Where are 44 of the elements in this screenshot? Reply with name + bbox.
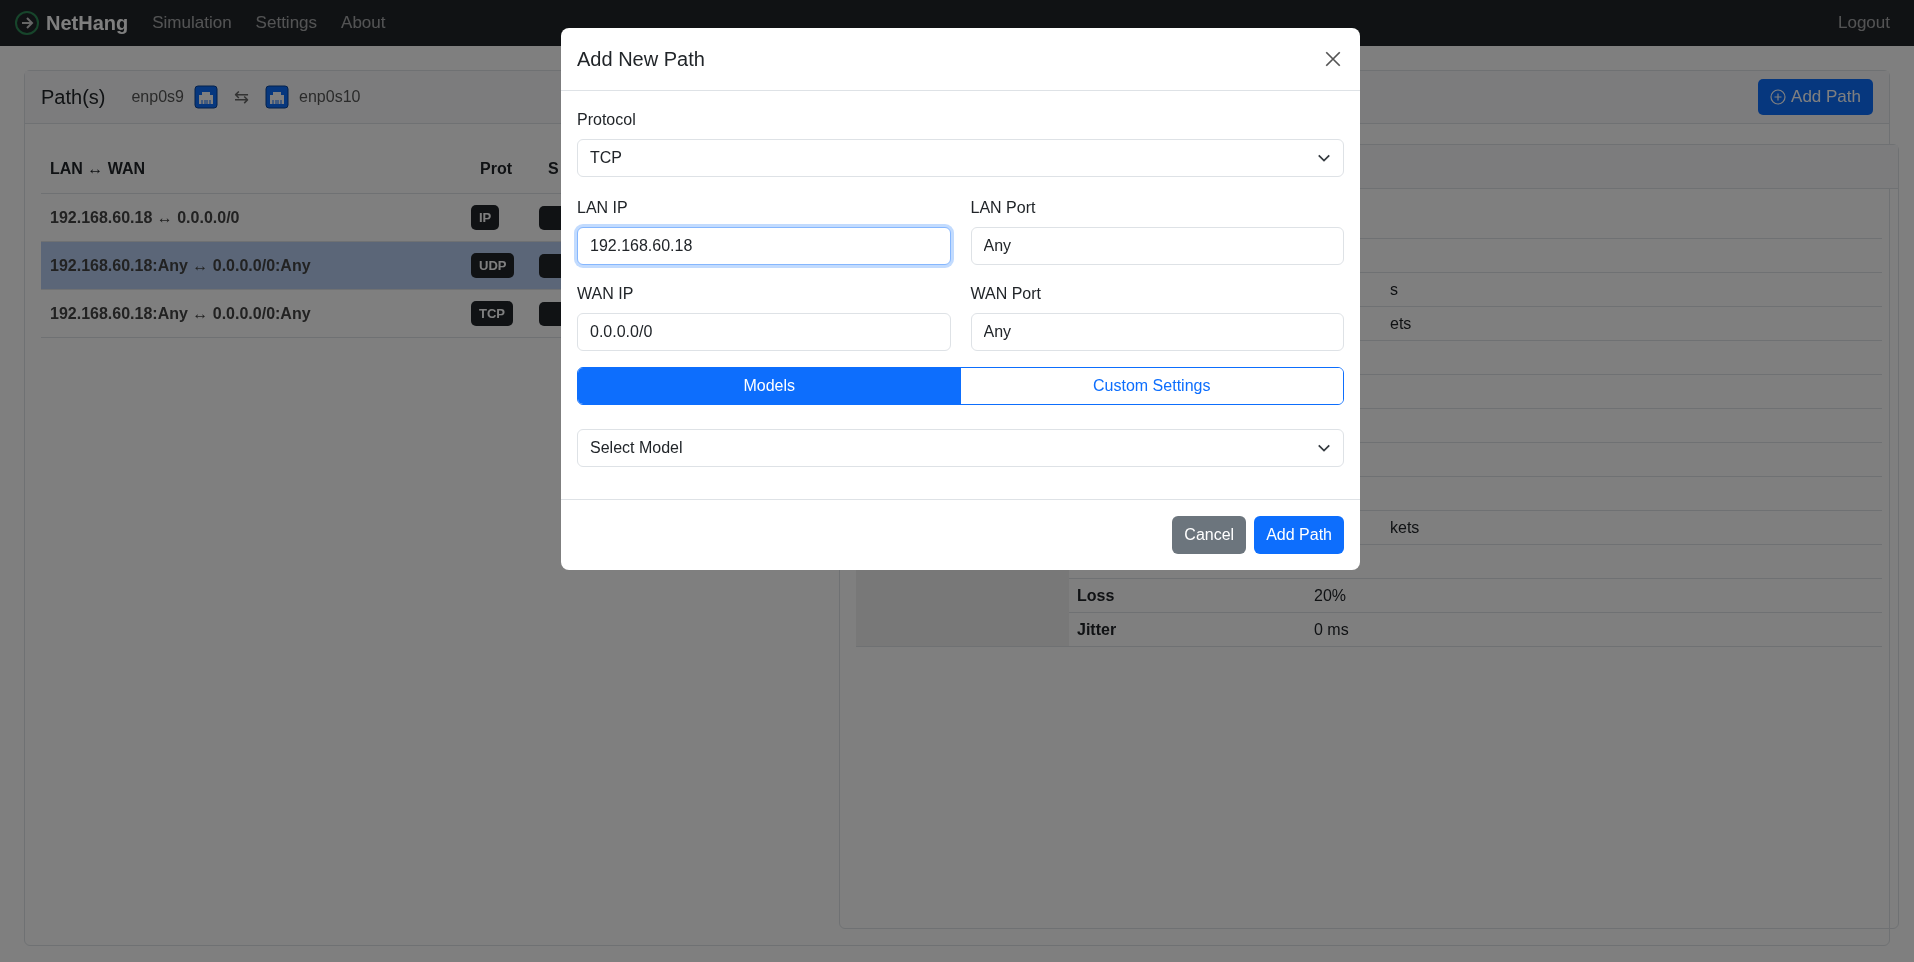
field-label: LAN IP bbox=[577, 199, 629, 217]
route-text: 192.168.60.18:Any ↔ 0.0.0.0/0:Any bbox=[49, 304, 312, 323]
nav-link[interactable]: Settings bbox=[255, 13, 318, 33]
detail-value: 20% bbox=[1313, 586, 1347, 605]
add-path-button[interactable]: Add Path bbox=[1758, 79, 1873, 115]
column-header: S bbox=[547, 159, 559, 178]
field-label: Protocol bbox=[577, 111, 637, 129]
protocol-badge: TCP bbox=[471, 301, 513, 326]
nav-link[interactable]: Simulation bbox=[152, 13, 232, 33]
route-text: 192.168.60.18:Any ↔ 0.0.0.0/0:Any bbox=[49, 256, 312, 275]
detail-value: ets bbox=[1389, 314, 1412, 333]
column-header: LAN ↔ WAN bbox=[49, 159, 146, 178]
detail-value: 0 ms bbox=[1313, 620, 1349, 639]
logout-link[interactable]: Logout bbox=[1838, 13, 1890, 33]
tab[interactable]: Models bbox=[578, 368, 961, 404]
network-port-icon bbox=[193, 85, 218, 109]
route-text: 192.168.60.18 ↔ 0.0.0.0/0 bbox=[49, 208, 241, 227]
model-select[interactable]: Select Model bbox=[577, 429, 1344, 467]
nav-link[interactable]: About bbox=[341, 13, 386, 33]
interface-name: enp0s10 bbox=[299, 88, 361, 106]
card-title: Path(s) bbox=[41, 85, 106, 109]
field-label: LAN Port bbox=[970, 199, 1037, 217]
detail-label: Loss bbox=[1076, 586, 1116, 605]
column-header: Prot bbox=[479, 159, 512, 178]
plus-circle-icon bbox=[1770, 89, 1787, 105]
protocol-badge: IP bbox=[471, 205, 500, 230]
detail-label: Jitter bbox=[1076, 620, 1118, 639]
protocol-badge: UDP bbox=[471, 253, 515, 278]
interface-name: enp0s9 bbox=[131, 88, 184, 106]
detail-value: kets bbox=[1389, 518, 1420, 537]
dialog-button[interactable]: Add Path bbox=[1254, 516, 1344, 554]
detail-value: s bbox=[1389, 280, 1398, 299]
dialog-title: Add New Path bbox=[577, 47, 705, 71]
input-field[interactable]: 0.0.0.0/0 bbox=[577, 313, 951, 351]
network-port-icon bbox=[265, 85, 290, 109]
brand-link[interactable]: NetHang bbox=[14, 10, 129, 36]
input-field[interactable]: 192.168.60.18 bbox=[577, 227, 951, 265]
field-label: WAN Port bbox=[970, 285, 1043, 303]
protocol-select[interactable]: TCP bbox=[577, 139, 1344, 177]
input-field[interactable]: Any bbox=[970, 227, 1344, 265]
brand-name: NetHang bbox=[46, 11, 129, 35]
input-field[interactable]: Any bbox=[970, 313, 1344, 351]
dialog-button[interactable]: Cancel bbox=[1172, 516, 1247, 554]
swap-symbol: ⇆ bbox=[233, 86, 250, 108]
